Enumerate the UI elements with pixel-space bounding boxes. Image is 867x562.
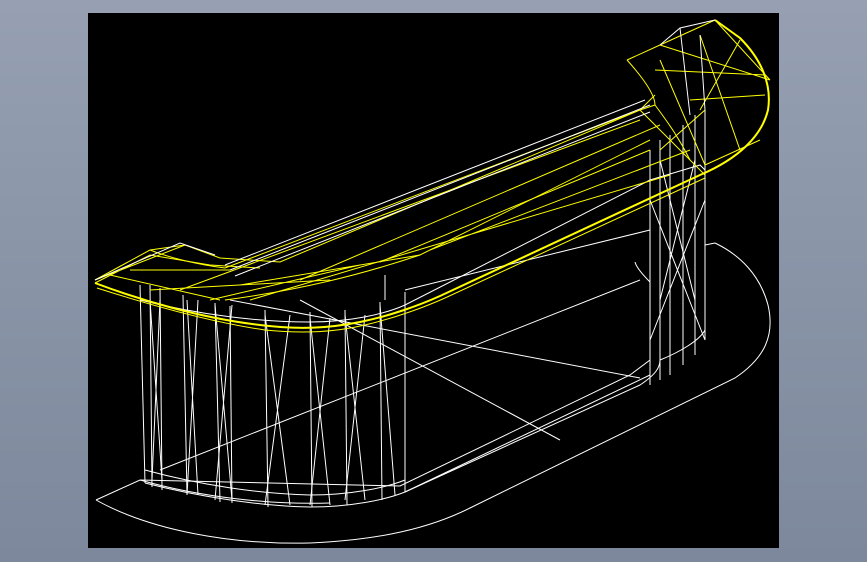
countertop <box>94 19 771 333</box>
counter-back-edge <box>94 19 716 281</box>
cad-viewport[interactable] <box>88 13 779 548</box>
wireframe-drawing <box>94 19 771 544</box>
floor-outline <box>95 242 771 544</box>
counter-body <box>139 110 706 508</box>
